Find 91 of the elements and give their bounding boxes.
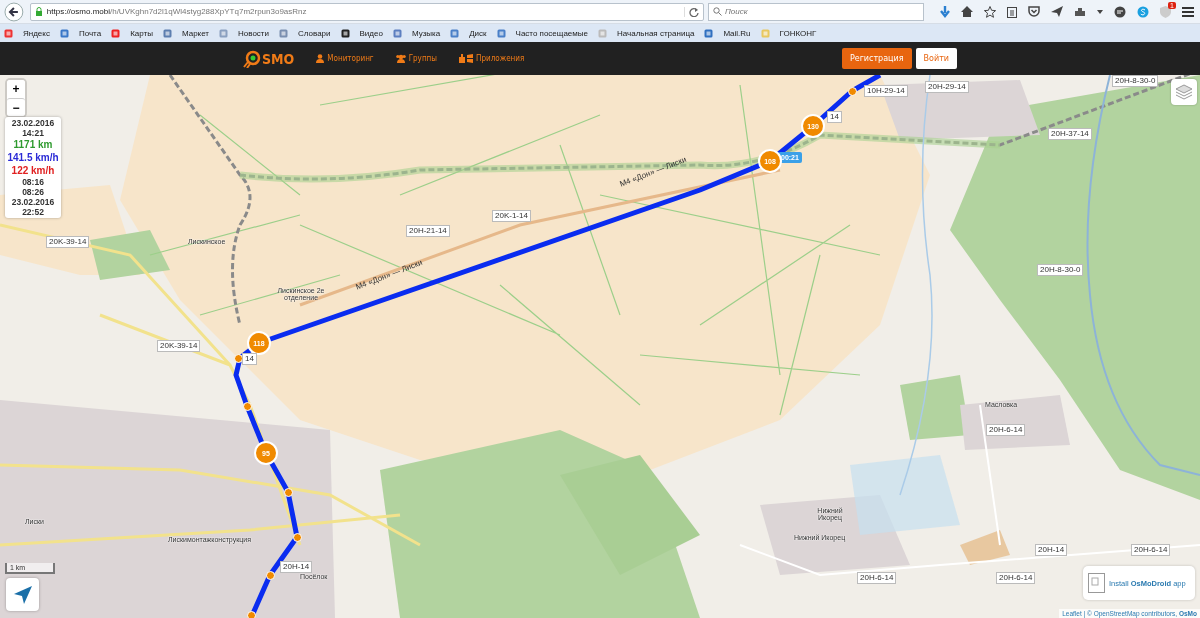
bookmark-icon: [450, 28, 460, 38]
road-label: 20H-8-30-0: [1112, 75, 1159, 87]
url-text: https://osmo.mobi/h/UVKghn7d2l1qWl4styg288XpYTq7m2rpun3o9asRnz: [46, 7, 307, 16]
route-point-icon[interactable]: [242, 401, 252, 411]
bookmark-link[interactable]: Маркет: [181, 28, 209, 38]
bookmark-link[interactable]: Яндекс: [23, 28, 50, 38]
menu-icon[interactable]: [1182, 6, 1194, 17]
highway-label: M4 «Дон» — Лиски: [618, 154, 688, 189]
nav-link[interactable]: Группы: [395, 54, 437, 63]
bookmark-link[interactable]: Почта: [78, 28, 102, 38]
layers-icon: [1175, 84, 1193, 100]
road-label: 20K-39-14: [46, 236, 90, 248]
bookmark-link[interactable]: Часто посещаемые: [515, 28, 588, 38]
bookmark-link[interactable]: ГОНКОНГ: [779, 28, 817, 38]
caret-icon[interactable]: [1097, 9, 1103, 14]
group-icon: [395, 54, 406, 63]
road-label: 20H-8-30-0: [1037, 264, 1084, 276]
bookmark-icon: [4, 28, 13, 38]
back-icon[interactable]: [4, 1, 24, 22]
nav-link[interactable]: Приложения: [459, 54, 525, 63]
shield-icon[interactable]: [1160, 5, 1171, 18]
road-label: 20K-39-14: [157, 340, 201, 352]
navigation-arrow-icon: [13, 585, 32, 604]
paper-plane-icon[interactable]: [1051, 6, 1063, 17]
route-point-icon[interactable]: [283, 487, 293, 497]
bookmark-icon: [279, 28, 288, 38]
logo-text: SMO: [262, 50, 295, 67]
lock-icon: [34, 7, 43, 16]
road-label: 14: [827, 111, 842, 123]
stat-text: 23.02.2016: [11, 197, 55, 207]
road-label: 20H-37-14: [1048, 128, 1092, 140]
road-label: 20H-6-14: [857, 572, 897, 584]
road-label: 20H-14: [280, 561, 313, 573]
address-field[interactable]: https://osmo.mobi/h/UVKghn7d2l1qWl4styg288XpYTq7m2rpun3o9asRnz: [29, 2, 704, 21]
stat-text: 122 km/h: [11, 164, 55, 177]
chat-icon[interactable]: [1114, 5, 1126, 18]
road-label: 20K-1-14: [492, 210, 531, 222]
bookmark-link[interactable]: Новости: [238, 28, 269, 38]
person-icon: [316, 54, 325, 63]
login-button[interactable]: Войти: [915, 48, 957, 69]
zoom-out-button[interactable]: −: [7, 98, 25, 116]
bookmark-icon: [219, 28, 228, 38]
bookmark-link[interactable]: Музыка: [411, 28, 441, 38]
android-windows-icon: [459, 54, 473, 63]
road-label: 14: [242, 353, 257, 365]
bookmark-icon: [340, 28, 350, 38]
bookmark-link[interactable]: Карты: [130, 28, 153, 38]
bookmark-icon: [162, 28, 172, 38]
road-label: 20H-29-14: [925, 81, 969, 93]
bookmark-icon: [760, 28, 770, 38]
stat-text: 14:21: [22, 128, 44, 138]
image-icon: [1088, 573, 1105, 593]
home-icon[interactable]: [961, 6, 973, 17]
route-point-icon[interactable]: [265, 570, 275, 580]
stat-text: 08:26: [22, 187, 44, 197]
route-point-icon[interactable]: [292, 532, 302, 542]
reload-icon[interactable]: [684, 6, 699, 17]
locate-button[interactable]: [6, 578, 39, 611]
bookmark-icon: [704, 28, 714, 38]
bookmark-icon: [392, 28, 402, 38]
skype-icon[interactable]: [1137, 5, 1149, 18]
road-label: 10H-29-14: [864, 85, 908, 97]
bookmark-icon: [111, 28, 121, 38]
bookmark-link[interactable]: Mail.Ru: [723, 28, 751, 38]
download-icon[interactable]: [940, 5, 950, 18]
road-label: 20H-6-14: [1131, 544, 1171, 556]
bookmark-icon: [598, 28, 607, 38]
search-field[interactable]: Поиск: [708, 2, 924, 21]
stat-text: 23.02.2016: [11, 118, 55, 128]
road-label: 20H-6-14: [986, 424, 1026, 436]
clipboard-icon[interactable]: [1007, 5, 1017, 18]
route-point-icon[interactable]: [246, 610, 256, 618]
road-label: 20H-14: [1035, 544, 1068, 556]
stat-text: 22:52: [22, 207, 44, 217]
route-point-icon[interactable]: [847, 86, 857, 96]
stat-text: 08:16: [22, 177, 44, 187]
bookmark-link[interactable]: Словари: [298, 28, 331, 38]
bookmark-link[interactable]: Видео: [359, 28, 383, 38]
stat-text: 141.5 km/h: [7, 151, 59, 164]
bookmark-link[interactable]: Начальная страница: [617, 28, 695, 38]
bookmark-icon: [496, 28, 506, 38]
highway-label: M4 «Дон» — Лиски: [354, 257, 424, 292]
road-label: 20H-21-14: [406, 225, 450, 237]
road-label: 20H-6-14: [996, 572, 1036, 584]
nav-link[interactable]: Мониторинг: [316, 54, 374, 63]
bookmark-icon: [59, 28, 69, 38]
star-icon[interactable]: [984, 5, 996, 18]
stat-text: 1171 km: [13, 138, 53, 151]
rocket-logo-icon: [243, 49, 261, 68]
bookmark-link[interactable]: Диск: [469, 28, 487, 38]
pocket-icon[interactable]: [1028, 6, 1040, 17]
